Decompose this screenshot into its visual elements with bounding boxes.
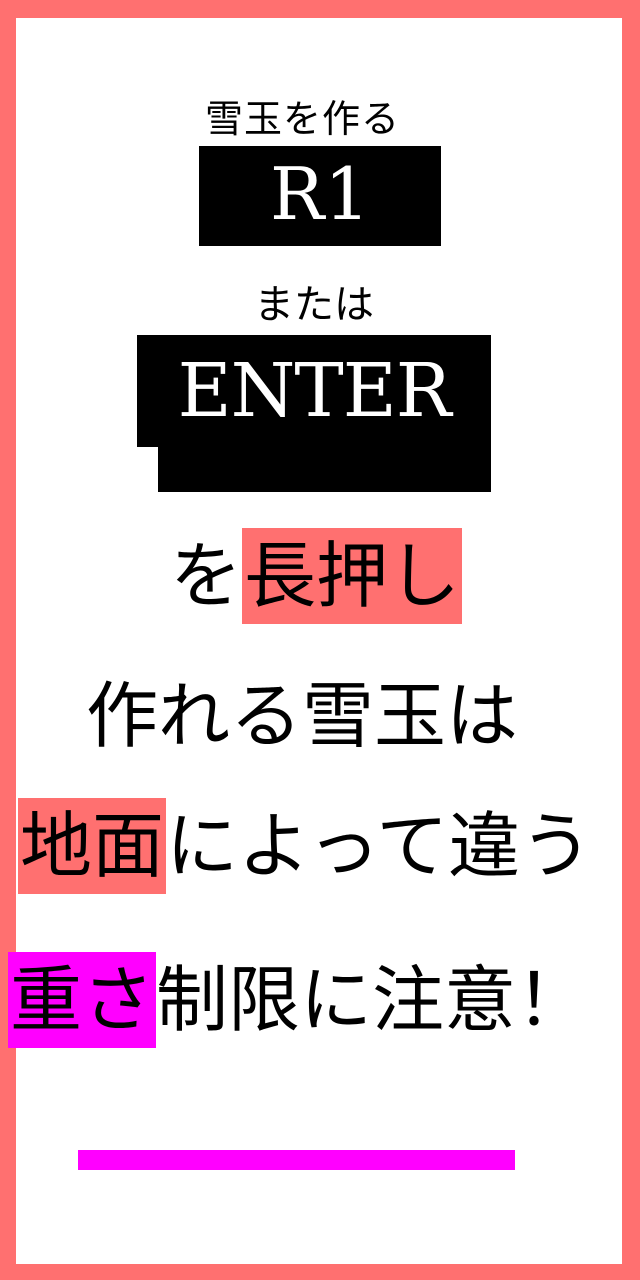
ground-suffix: によって違う bbox=[166, 804, 593, 888]
make-snowball-label: 雪玉を作る bbox=[205, 97, 401, 141]
decorative-bar bbox=[78, 1150, 515, 1170]
or-label: または bbox=[254, 282, 374, 328]
weight-suffix: 制限に注意！ bbox=[156, 958, 589, 1042]
hold-prefix: を bbox=[170, 534, 243, 618]
ground-line: 地面によって違う bbox=[18, 798, 592, 894]
ground-word-highlight: 地面 bbox=[18, 798, 167, 894]
weight-line: 重さ制限に注意！ bbox=[8, 952, 588, 1048]
key-enter-box-tail bbox=[158, 440, 491, 492]
snowball-made-line: 作れる雪玉は bbox=[86, 674, 519, 758]
weight-word-highlight: 重さ bbox=[8, 952, 157, 1048]
hold-word-highlight: 長押し bbox=[242, 528, 463, 624]
key-r1-label: R1 bbox=[269, 152, 371, 236]
key-enter-label: ENTER bbox=[177, 348, 452, 434]
hold-line: を長押し bbox=[170, 528, 463, 624]
